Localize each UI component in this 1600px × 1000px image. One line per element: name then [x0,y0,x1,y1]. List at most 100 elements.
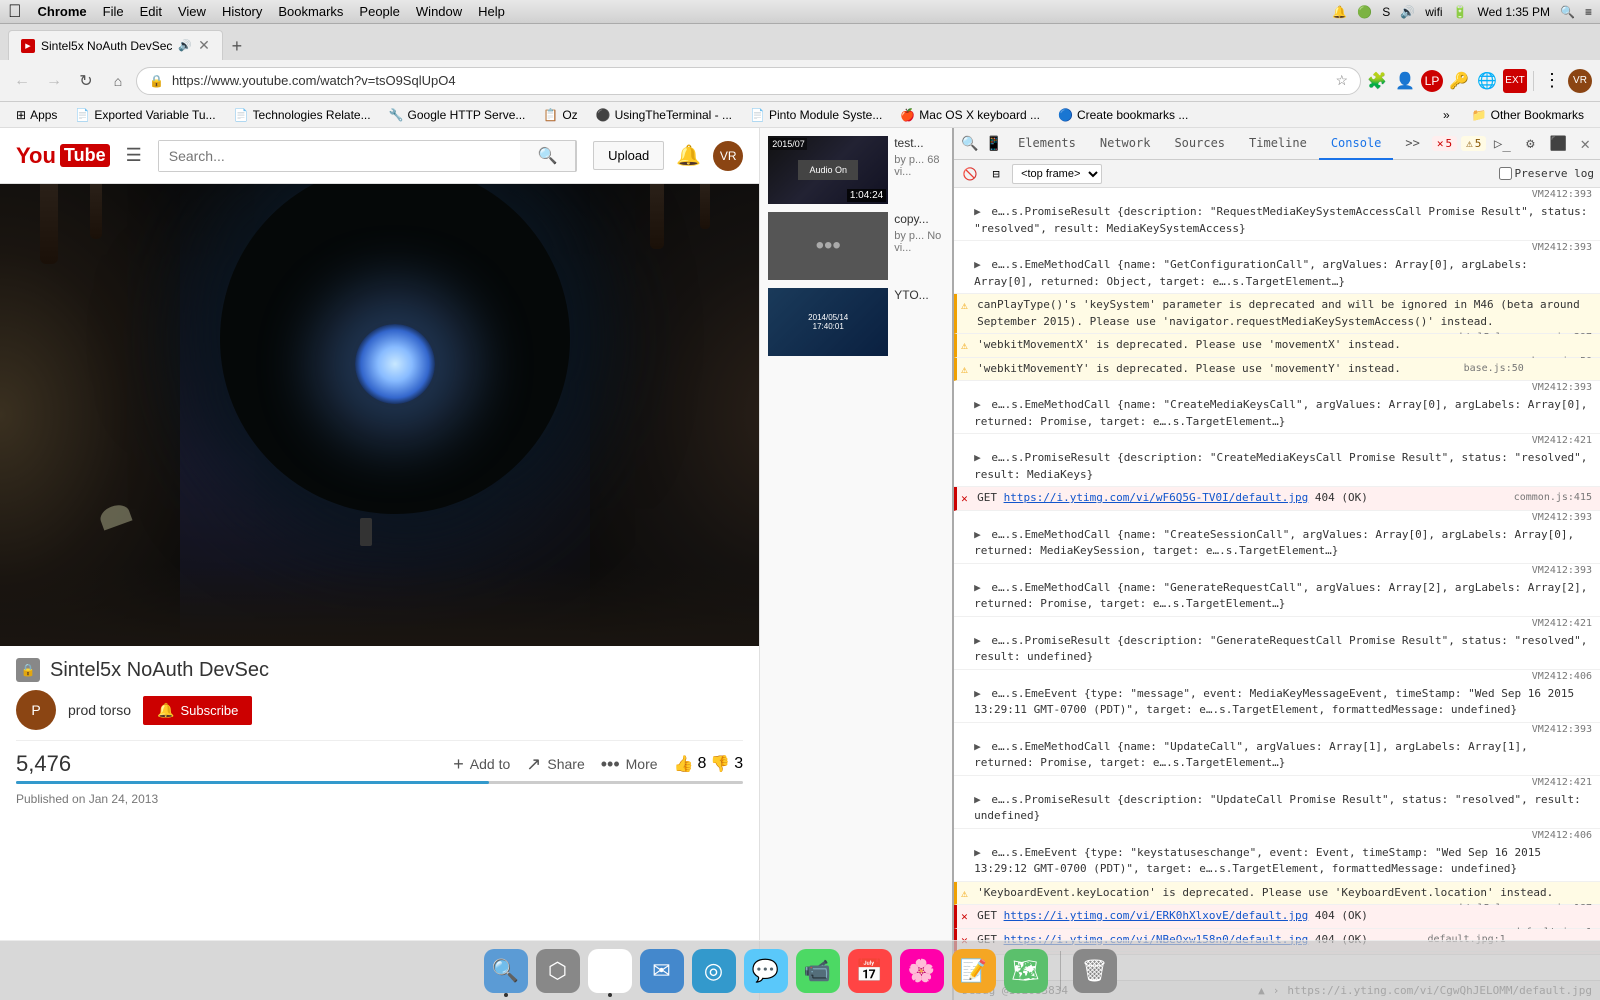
rec-item-2[interactable]: ••• copy... by p... No vi... [768,212,944,280]
bookmarks-overflow[interactable]: » [1435,106,1458,124]
upload-button[interactable]: Upload [593,141,664,170]
dock-calendar[interactable]: 📅 [848,949,892,993]
help-menu[interactable]: Help [478,4,505,19]
hamburger-menu-icon[interactable]: ☰ [126,145,142,166]
error-link-17[interactable]: https://i.ytimg.com/vi/ERK0hXlxovE/defau… [1004,909,1309,922]
bookmark-1[interactable]: 📄 Exported Variable Tu... [67,106,223,124]
dock-chrome[interactable]: ◉ [588,949,632,993]
active-tab[interactable]: ▶ Sintel5x NoAuth DevSec 🔊 ✕ [8,30,223,60]
window-menu[interactable]: Window [416,4,462,19]
expand-icon-15[interactable]: ▶ [974,846,981,859]
more-button[interactable]: ••• More [601,754,658,775]
subscribe-button[interactable]: 🔔 Subscribe [143,696,252,725]
video-player[interactable] [0,184,759,646]
console-filter-icon[interactable]: ⊟ [986,164,1006,184]
warn-badge[interactable]: ⚠ 5 [1461,136,1486,151]
youtube-logo[interactable]: YouTube [16,143,110,169]
expand-icon-14[interactable]: ▶ [974,793,981,806]
expand-icon-9[interactable]: ▶ [974,528,981,541]
devtools-settings-icon[interactable]: ⚙ [1518,132,1542,156]
thumbs-down-icon[interactable]: 👎 [710,754,730,774]
notification-icon[interactable]: 🔔 [1332,5,1347,19]
home-button[interactable]: ⌂ [104,67,132,95]
apple-menu[interactable]:  [8,1,22,22]
tab-network[interactable]: Network [1088,128,1163,160]
dock-safari[interactable]: ◎ [692,949,736,993]
devtools-close-button[interactable]: ✕ [1574,134,1596,153]
settings-icon[interactable]: ⋮ [1540,69,1564,93]
user-avatar[interactable]: VR [713,141,743,171]
dock-messages[interactable]: 💬 [744,949,788,993]
dock-facetime[interactable]: 📹 [796,949,840,993]
bookmark-7[interactable]: 🍎 Mac OS X keyboard ... [892,106,1048,124]
wifi-icon[interactable]: wifi [1425,5,1442,19]
tab-timeline[interactable]: Timeline [1237,128,1319,160]
tab-close-button[interactable]: ✕ [198,37,210,54]
search-icon[interactable]: 🔍 [1560,5,1575,19]
apps-bookmark[interactable]: ⊞ Apps [8,106,65,124]
tab-elements[interactable]: Elements [1006,128,1088,160]
preserve-log-checkbox[interactable] [1499,167,1512,180]
rec-item-1[interactable]: Audio On 2015/07 1:04:24 test... by p...… [768,136,944,204]
yt-search-input[interactable] [159,141,520,171]
chrome-icon2[interactable]: 👤 [1393,69,1417,93]
expand-icon-1[interactable]: ▶ [974,205,981,218]
dock-maps[interactable]: 🗺 [1004,949,1048,993]
volume-icon[interactable]: 🔊 [1400,5,1415,19]
extensions-icon[interactable]: 🧩 [1365,69,1389,93]
battery-icon[interactable]: 🔋 [1453,5,1468,19]
add-to-button[interactable]: + Add to [453,754,510,775]
bookmark-4[interactable]: 📋 Oz [535,106,585,124]
line-num-5[interactable]: base.js:50 [1464,361,1524,376]
frame-selector[interactable]: <top frame> [1012,164,1102,184]
notification-bell-icon[interactable]: 🔔 [676,143,701,168]
back-button[interactable]: ← [8,67,36,95]
chrome-menu[interactable]: Chrome [38,4,87,19]
other-bookmarks[interactable]: 📁 Other Bookmarks [1464,106,1592,124]
error-badge[interactable]: ✕ 5 [1432,136,1457,151]
bookmarks-menu[interactable]: Bookmarks [278,4,343,19]
tab-sources[interactable]: Sources [1162,128,1237,160]
channel-name[interactable]: prod torso [68,702,131,718]
expand-icon-7[interactable]: ▶ [974,451,981,464]
bookmark-2[interactable]: 📄 Technologies Relate... [226,106,379,124]
norton-icon[interactable]: 🟢 [1357,5,1372,19]
tab-console[interactable]: Console [1319,128,1394,160]
yt-search-button[interactable]: 🔍 [520,140,576,172]
expand-icon-13[interactable]: ▶ [974,740,981,753]
expand-icon-11[interactable]: ▶ [974,634,981,647]
rec-item-3[interactable]: 2014/05/1417:40:01 YTO... [768,288,944,356]
dock-finder[interactable]: 🔍 [484,949,528,993]
lastpass-icon[interactable]: LP [1421,70,1443,92]
channel-thumbnail[interactable]: P [16,690,56,730]
devtools-mobile-icon[interactable]: 📱 [982,132,1006,156]
shazam-icon[interactable]: S [1382,5,1390,19]
bookmark-5[interactable]: ⚫ UsingTheTerminal - ... [588,106,740,124]
profile-button[interactable]: VR [1568,69,1592,93]
forward-button[interactable]: → [40,67,68,95]
file-menu[interactable]: File [103,4,124,19]
control-strip[interactable]: ≡ [1585,5,1592,19]
line-num-8[interactable]: common.js:415 [1514,490,1592,505]
devtools-inspect-icon[interactable]: 🔍 [958,132,982,156]
proxyicon[interactable]: 🌐 [1475,69,1499,93]
people-menu[interactable]: People [359,4,399,19]
console-filter-icon[interactable]: ▷_ [1490,132,1514,156]
ext-icon-5[interactable]: EXT [1503,69,1527,93]
reload-button[interactable]: ↻ [72,67,100,95]
tab-more[interactable]: >> [1393,128,1431,160]
tab-audio-icon[interactable]: 🔊 [178,39,192,52]
bookmark-star-icon[interactable]: ☆ [1335,72,1348,89]
history-menu[interactable]: History [222,4,262,19]
dock-mail[interactable]: ✉ [640,949,684,993]
expand-icon-12[interactable]: ▶ [974,687,981,700]
expand-icon-10[interactable]: ▶ [974,581,981,594]
1password-icon[interactable]: 🔑 [1447,69,1471,93]
url-input[interactable]: 🔒 https://www.youtube.com/watch?v=tsO9Sq… [136,67,1361,95]
view-menu[interactable]: View [178,4,206,19]
share-button[interactable]: ↗ Share [526,754,584,775]
bookmark-8[interactable]: 🔵 Create bookmarks ... [1050,106,1196,124]
console-clear-icon[interactable]: 🚫 [960,164,980,184]
bookmark-6[interactable]: 📄 Pinto Module Syste... [742,106,890,124]
new-tab-button[interactable]: + [223,32,251,60]
